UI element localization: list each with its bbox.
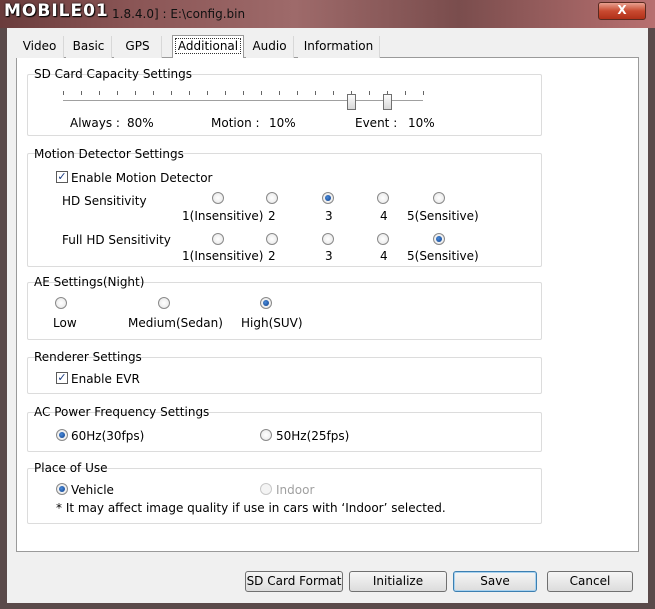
fullhd-option-label: 4 [380,249,388,263]
slider-tick [135,91,136,95]
slider-tick [369,91,370,95]
enable-evr-label: Enable EVR [71,372,140,386]
ae-radio-medium[interactable] [158,297,170,309]
tab-basic[interactable]: Basic [66,36,112,58]
place-label-vehicle: Vehicle [71,483,114,497]
fullhd-option-label: 1(Insensitive) [182,249,264,263]
slider-tick [279,91,280,95]
hd-radio-2[interactable] [266,192,278,204]
tab-label: Basic [72,39,105,53]
tab-label: Video [22,39,57,53]
tab-label: Audio [252,39,287,53]
fullhd-radio-3[interactable] [322,233,334,245]
event-value: 10% [408,116,435,130]
slider-tick [117,91,118,95]
slider-tick [243,91,244,95]
ac-title: AC Power Frequency Settings [34,405,210,419]
fullhd-radio-1[interactable] [212,233,224,245]
tab-information[interactable]: Information [298,36,380,58]
hd-radio-4[interactable] [377,192,389,204]
tab-label: Additional [174,38,242,54]
enable-motion-label: Enable Motion Detector [71,171,213,185]
slider-tick [405,91,406,95]
ac-label-50hz: 50Hz(25fps) [276,429,350,443]
fullhd-option-label: 2 [268,249,276,263]
slider-tick [423,91,424,95]
hd-sensitivity-label: HD Sensitivity [62,194,147,208]
hd-option-label: 4 [380,209,388,223]
slider-tick [81,91,82,95]
tab-label: Information [303,39,374,53]
window-title: 1.8.4.0] : E:\config.bin [112,7,246,21]
hd-option-label: 5(Sensitive) [407,209,479,223]
ac-radio-60hz[interactable] [56,429,68,441]
renderer-title: Renderer Settings [34,350,142,364]
hd-radio-3[interactable] [322,192,334,204]
ac-radio-50hz[interactable] [260,429,272,441]
slider-tick [207,91,208,95]
place-title: Place of Use [34,461,108,475]
enable-motion-checkbox[interactable]: ✓ [56,171,68,183]
slider-tick [171,91,172,95]
fullhd-sensitivity-label: Full HD Sensitivity [62,233,171,247]
fullhd-radio-4[interactable] [377,233,389,245]
fullhd-radio-2[interactable] [266,233,278,245]
place-radio-vehicle[interactable] [56,483,68,495]
place-label-indoor: Indoor [276,483,315,497]
tab-label: GPS [125,39,150,53]
hd-option-label: 3 [325,209,333,223]
ae-radio-low[interactable] [55,297,67,309]
motion-title: Motion Detector Settings [34,147,184,161]
always-value: 80% [127,116,154,130]
tab-video[interactable]: Video [16,36,64,58]
capacity-slider-track[interactable] [63,100,423,102]
initialize-button[interactable]: Initialize [349,571,447,592]
hd-option-label: 2 [268,209,276,223]
slider-tick [261,91,262,95]
tab-additional[interactable]: Additional [172,35,244,58]
event-label: Event : [355,116,398,130]
fullhd-option-label: 5(Sensitive) [407,249,479,263]
slider-thumb-motion[interactable] [383,94,392,110]
tab-gps[interactable]: GPS [114,36,162,58]
slider-tick [63,91,64,95]
hd-radio-5[interactable] [433,192,445,204]
watermark-logo: MOBILE01 [4,1,109,21]
sd-card-title: SD Card Capacity Settings [34,67,193,81]
hd-option-label: 1(Insensitive) [182,209,264,223]
always-label: Always : [70,116,120,130]
motion-label: Motion : [211,116,260,130]
hd-radio-1[interactable] [212,192,224,204]
ae-title: AE Settings(Night) [34,275,145,289]
slider-tick [99,91,100,95]
tab-audio[interactable]: Audio [246,36,294,58]
slider-tick [333,91,334,95]
slider-tick [153,91,154,95]
cancel-button[interactable]: Cancel [547,571,633,592]
slider-tick [297,91,298,95]
slider-thumb-always[interactable] [347,94,356,110]
fullhd-radio-5[interactable] [433,233,445,245]
fullhd-option-label: 3 [325,249,333,263]
place-radio-indoor [260,483,272,495]
slider-tick [189,91,190,95]
enable-evr-checkbox[interactable]: ✓ [56,372,68,384]
sd-card-format-button[interactable]: SD Card Format [245,571,343,592]
ac-label-60hz: 60Hz(30fps) [71,429,145,443]
slider-tick [315,91,316,95]
slider-tick [225,91,226,95]
motion-value: 10% [269,116,296,130]
save-button[interactable]: Save [453,571,537,592]
ae-option-label: Medium(Sedan) [128,316,223,330]
ae-option-label: High(SUV) [241,316,303,330]
ae-option-label: Low [53,316,77,330]
place-note: * It may affect image quality if use in … [56,501,446,515]
ae-group [27,282,542,340]
ae-radio-high[interactable] [260,297,272,309]
close-button[interactable]: X [598,2,646,20]
